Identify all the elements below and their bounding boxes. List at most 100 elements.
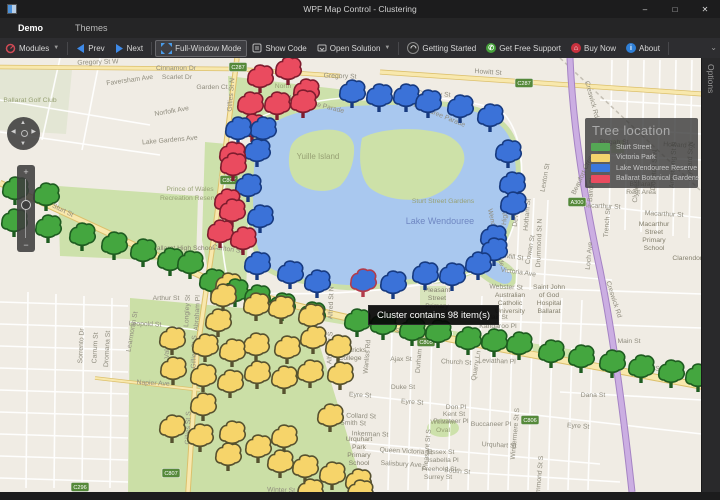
map-label: Macarthur	[639, 221, 670, 228]
road-shield-badge: C807	[220, 176, 238, 185]
svg-text:C805: C805	[419, 340, 432, 346]
map-label: Street	[645, 229, 663, 236]
road-shield-badge: C287	[515, 79, 533, 88]
toolbar: Modules▼ Prev Next Full-Window Mode Show…	[0, 38, 720, 59]
svg-text:C296: C296	[73, 485, 86, 491]
map-label: Eyre St	[349, 391, 372, 399]
app-window: WPF Map Control - Clustering – □ ✕ Demo …	[0, 0, 720, 500]
chevron-down-icon: ▼	[384, 45, 390, 51]
getting-started-icon: ◠	[407, 42, 419, 54]
map-label: Primary	[347, 452, 371, 459]
legend-item: Victoria Park	[591, 153, 692, 164]
road-shield-badge: C287	[229, 63, 247, 72]
next-button[interactable]: Next	[110, 41, 148, 56]
map-label: Pleasant	[424, 287, 451, 294]
full-window-mode-button[interactable]: Full-Window Mode	[155, 40, 247, 57]
map-label: Buccaneer Pl	[471, 421, 512, 428]
pan-down-icon[interactable]: ▼	[20, 141, 26, 147]
menu-demo[interactable]: Demo	[18, 23, 43, 33]
road-shield-badge: C296	[71, 483, 89, 492]
window-title: WPF Map Control - Clustering	[0, 4, 720, 14]
toolbar-separator	[151, 42, 152, 55]
pan-right-icon[interactable]: ▶	[31, 129, 36, 135]
map-label: Dana St	[581, 392, 606, 399]
info-icon: i	[626, 43, 636, 53]
map-label: Park	[352, 444, 367, 451]
map-label: Garden Ct	[196, 84, 227, 91]
legend-item: Ballarat Botanical Gardens	[591, 174, 692, 185]
getting-started-button[interactable]: ◠ Getting Started	[402, 41, 481, 56]
pan-up-icon[interactable]: ▲	[20, 120, 26, 126]
map-label: Isabella Pl	[427, 457, 459, 464]
svg-text:C287: C287	[231, 65, 244, 71]
map-label: Webster St	[489, 283, 523, 291]
map-label: Recreation Reserve	[160, 195, 220, 202]
map-label: Arthur St	[153, 295, 180, 302]
modules-button[interactable]: Modules▼	[0, 41, 64, 56]
map-label: Ballarat High School	[152, 245, 214, 252]
minimize-button[interactable]: –	[630, 0, 660, 18]
maximize-button[interactable]: □	[660, 0, 690, 18]
cluster-tooltip: Cluster contains 98 item(s)	[368, 305, 499, 325]
get-free-support-button[interactable]: ✆ Get Free Support	[481, 41, 566, 56]
map-label: Ballarat Golf Club	[3, 97, 56, 104]
menu-themes[interactable]: Themes	[75, 23, 108, 33]
legend-swatch-sturt-street	[591, 143, 610, 151]
road-shield-badge: C807	[162, 469, 180, 478]
zoom-slider[interactable]: + −	[17, 165, 35, 252]
window-bottom-edge	[0, 492, 720, 500]
open-solution-button[interactable]: Open Solution▼	[312, 41, 396, 56]
map-label: Street	[428, 295, 446, 302]
map-label: Ajax St	[390, 356, 412, 363]
menubar: Demo Themes	[0, 18, 720, 38]
options-panel-strip[interactable]: Options	[701, 58, 720, 492]
map-label: Sturt Street Gardens	[412, 198, 475, 205]
cart-icon: ⌂	[571, 43, 581, 53]
prev-button[interactable]: Prev	[71, 41, 109, 56]
road-shield-badge: A300	[568, 198, 586, 207]
map-label: Lake Wendouree	[406, 216, 474, 226]
legend-item: Lake Wendouree Reserve	[591, 163, 692, 174]
modules-icon	[5, 43, 16, 54]
map-label: School	[644, 245, 665, 252]
full-window-icon	[161, 43, 172, 54]
map-label: Prince of Wales	[166, 186, 214, 193]
show-code-button[interactable]: Show Code	[247, 41, 311, 56]
map-label: Alfred St N	[327, 286, 335, 319]
map-label: Smith St	[340, 420, 366, 428]
legend-swatch-victoria-park	[591, 154, 610, 162]
map-label: Western	[430, 419, 455, 426]
zoom-thumb[interactable]	[21, 200, 31, 210]
map-label: Leviathan Pl	[478, 357, 516, 365]
support-icon: ✆	[486, 43, 496, 53]
legend-swatch-ballarat-botanical-gardens	[591, 175, 610, 183]
zoom-out-button[interactable]: −	[17, 240, 35, 250]
prev-icon	[76, 44, 85, 53]
pan-center-dot[interactable]	[21, 130, 28, 137]
map-label: Saint John	[533, 284, 565, 291]
legend-swatch-lake-wendouree-reserve	[591, 164, 610, 172]
svg-text:C807: C807	[164, 471, 177, 477]
options-panel-label[interactable]: Options	[706, 64, 716, 93]
zoom-in-button[interactable]: +	[17, 167, 35, 177]
map-label: Kent St	[443, 411, 465, 418]
show-code-icon	[252, 43, 262, 53]
map-canvas[interactable]: Ballarat Golf ClubGregory St WCinnamon D…	[0, 58, 702, 492]
map-label: Main St	[617, 338, 640, 345]
map-label: Yuille Island	[297, 152, 340, 161]
titlebar: WPF Map Control - Clustering – □ ✕	[0, 0, 720, 18]
legend-title: Tree location	[592, 123, 692, 138]
map-label: Primary	[642, 237, 666, 244]
pan-left-icon[interactable]: ◀	[11, 129, 16, 135]
map-label: Don Pl	[446, 404, 467, 411]
map-label: of God	[539, 292, 560, 299]
about-button[interactable]: i About	[621, 41, 665, 56]
close-button[interactable]: ✕	[690, 0, 720, 18]
buy-now-button[interactable]: ⌂ Buy Now	[566, 41, 621, 56]
svg-text:A300: A300	[570, 200, 583, 206]
toolbar-overflow-chevron-icon[interactable]: ⌄	[710, 43, 717, 52]
legend-panel: Tree location Sturt Street Victoria Park…	[585, 118, 698, 188]
map-label: Cinnamon Dr	[156, 65, 197, 72]
pan-compass-control[interactable]: ▲ ▼ ◀ ▶	[7, 117, 40, 150]
map-label: Clarendon	[672, 255, 702, 262]
